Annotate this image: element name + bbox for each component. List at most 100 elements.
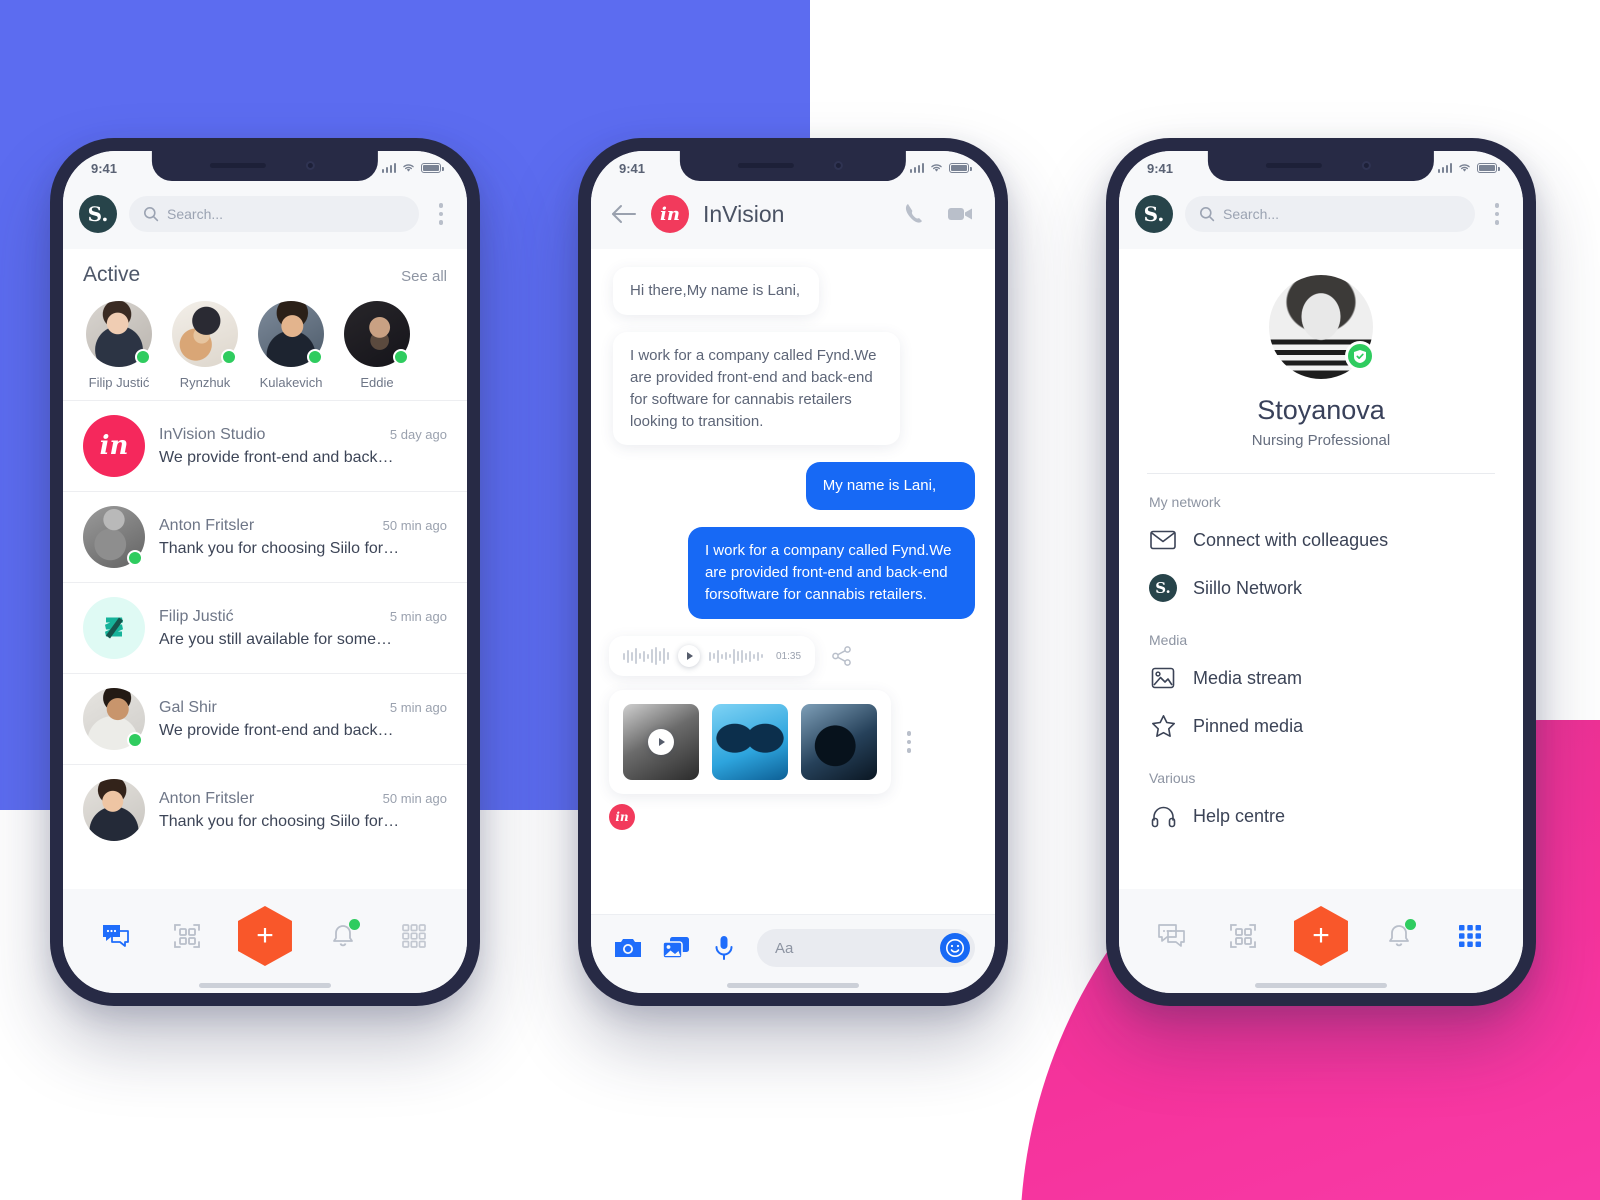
conversation-time: 5 min ago: [389, 699, 447, 715]
cellular-signal-icon: [1437, 163, 1452, 173]
nav-chats-button[interactable]: [95, 917, 137, 955]
online-indicator: [135, 349, 151, 365]
nav-apps-button[interactable]: [393, 917, 435, 955]
nav-notifications-button[interactable]: [1378, 917, 1420, 955]
nav-scan-button[interactable]: [166, 917, 208, 955]
menu-item-siilo-network[interactable]: S. Siillo Network: [1119, 564, 1523, 612]
phone-device-3: 9:41 S. Search... Stoyanova Nursing Prof…: [1106, 138, 1536, 1006]
active-section-header: Active See all: [63, 249, 467, 293]
list-item[interactable]: Anton Fritsler 50 min ago Thank you for …: [63, 764, 467, 855]
message-input[interactable]: Aa: [757, 929, 975, 967]
smiley-icon[interactable]: [940, 933, 970, 963]
conversation-name: Anton Fritsler: [159, 789, 255, 807]
audio-waveform: [623, 645, 669, 667]
nav-notifications-button[interactable]: [322, 917, 364, 955]
list-item[interactable]: Filip Justić 5 min ago Are you still ava…: [63, 582, 467, 673]
conversation-preview: We provide front-end and back…: [159, 448, 394, 466]
active-people-list: Filip Justić Rynzhuk Kulakevich Eddie: [63, 293, 467, 394]
conversation-name: Gal Shir: [159, 698, 217, 716]
online-indicator: [307, 349, 323, 365]
menu-item-connect-colleagues[interactable]: Connect with colleagues: [1119, 516, 1523, 564]
home-indicator[interactable]: [1119, 977, 1523, 993]
nav-scan-button[interactable]: [1222, 917, 1264, 955]
menu-item-help-centre[interactable]: Help centre: [1119, 792, 1523, 840]
media-thumbnail[interactable]: [712, 704, 788, 781]
phone-call-icon[interactable]: [901, 200, 931, 228]
profile-card: Stoyanova Nursing Professional: [1119, 249, 1523, 449]
star-icon: [1149, 712, 1177, 740]
share-icon[interactable]: [831, 645, 853, 667]
back-arrow-icon[interactable]: [611, 203, 637, 225]
active-person[interactable]: Filip Justić: [81, 301, 157, 390]
grid-apps-icon: [1458, 925, 1481, 947]
conversation-name: InVision Studio: [159, 425, 266, 443]
new-item-button[interactable]: +: [1292, 905, 1350, 967]
siilo-logo-icon[interactable]: S.: [1135, 195, 1173, 233]
microphone-icon[interactable]: [709, 934, 739, 962]
siilo-logo-icon[interactable]: S.: [79, 195, 117, 233]
conversation-preview: Are you still available for some…: [159, 630, 392, 648]
cellular-signal-icon: [381, 163, 396, 173]
list-item[interactable]: Gal Shir 5 min ago We provide front-end …: [63, 673, 467, 764]
chat-bubbles-icon: [103, 925, 130, 947]
menu-item-pinned-media[interactable]: Pinned media: [1119, 702, 1523, 750]
camera-icon[interactable]: [613, 934, 643, 962]
home-indicator[interactable]: [591, 977, 995, 993]
status-time: 9:41: [1147, 160, 1174, 176]
wifi-icon: [403, 164, 414, 172]
conversation-time: 50 min ago: [382, 790, 447, 806]
search-input[interactable]: Search...: [1185, 196, 1475, 232]
profile-screen: Stoyanova Nursing Professional My networ…: [1119, 249, 1523, 889]
earpiece-speaker: [209, 163, 266, 168]
menu-item-label: Pinned media: [1193, 715, 1304, 736]
nav-apps-button[interactable]: [1449, 917, 1491, 955]
search-input[interactable]: Search...: [129, 196, 419, 232]
list-item[interactable]: in InVision Studio 5 day ago We provide …: [63, 400, 467, 491]
search-placeholder: Search...: [1223, 206, 1280, 222]
photo-library-icon[interactable]: [661, 934, 691, 962]
avatar: [83, 779, 145, 841]
nav-chats-button[interactable]: [1151, 917, 1193, 955]
search-icon: [144, 207, 159, 222]
front-camera: [1361, 161, 1371, 170]
invision-avatar[interactable]: in: [651, 195, 689, 233]
play-icon[interactable]: [648, 729, 674, 756]
media-thumbnail[interactable]: [801, 704, 877, 781]
shield-check-icon: [1345, 341, 1375, 371]
status-time: 9:41: [619, 160, 646, 176]
notification-badge: [349, 919, 361, 930]
voice-duration: 01:35: [776, 650, 802, 662]
see-all-link[interactable]: See all: [401, 268, 447, 285]
play-icon[interactable]: [678, 645, 700, 668]
menu-item-media-stream[interactable]: Media stream: [1119, 654, 1523, 702]
menu-item-label: Connect with colleagues: [1193, 529, 1389, 550]
avatar: [83, 688, 145, 750]
qr-scan-icon: [1229, 924, 1256, 948]
kebab-menu-icon[interactable]: [1487, 199, 1507, 229]
online-indicator: [127, 732, 143, 748]
message-placeholder: Aa: [775, 939, 794, 957]
siilo-logo-icon: S.: [1149, 574, 1177, 602]
avatar: in: [83, 415, 145, 477]
grid-apps-icon: [401, 924, 426, 948]
new-item-button[interactable]: +: [236, 905, 294, 967]
media-thumbnail[interactable]: [623, 704, 699, 781]
kebab-menu-icon[interactable]: [431, 199, 451, 229]
phone-device-1: 9:41 S. Search... Active See all Filip J…: [50, 138, 480, 1006]
plus-hexagon-icon: +: [1293, 906, 1348, 966]
headset-icon: [1149, 802, 1177, 830]
active-person-name: Kulakevich: [259, 375, 323, 390]
wifi-icon: [931, 164, 942, 172]
active-person[interactable]: Rynzhuk: [167, 301, 243, 390]
kebab-menu-icon[interactable]: [899, 727, 919, 757]
video-camera-icon[interactable]: [945, 200, 975, 228]
active-person[interactable]: Eddie: [339, 301, 415, 390]
status-time: 9:41: [91, 160, 118, 176]
conversation-time: 5 day ago: [389, 426, 447, 442]
active-person[interactable]: Kulakevich: [253, 301, 329, 390]
voice-message[interactable]: 01:35: [609, 636, 816, 677]
list-item[interactable]: Anton Fritsler 50 min ago Thank you for …: [63, 491, 467, 582]
online-indicator: [221, 349, 237, 365]
search-placeholder: Search...: [167, 206, 224, 222]
home-indicator[interactable]: [63, 977, 467, 993]
